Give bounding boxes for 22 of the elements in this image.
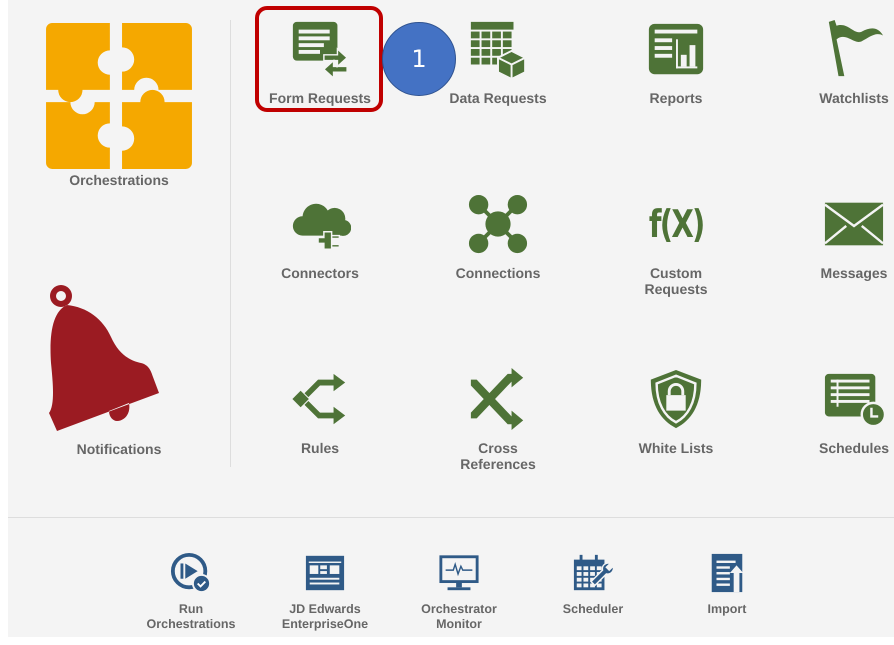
tool-label[interactable]: Scheduler (562, 602, 624, 617)
tool-label[interactable]: Import (708, 602, 746, 617)
tool-label[interactable]: JD Edwards EnterpriseOne (282, 602, 368, 632)
tile-label[interactable]: Messages (820, 265, 888, 281)
tile-label[interactable]: Watchlists (819, 90, 889, 106)
network-icon (467, 193, 529, 255)
tool-label[interactable]: Run Orchestrations (146, 602, 236, 632)
tool-label[interactable]: Orchestrator Monitor (421, 602, 497, 632)
play-check-icon (170, 552, 212, 594)
tile-label[interactable]: Cross References (460, 440, 536, 472)
tile-label[interactable]: Rules (300, 440, 340, 456)
tile-label[interactable]: Connectors (281, 265, 359, 281)
tile-label[interactable]: Form Requests (269, 90, 371, 106)
puzzle-icon (43, 20, 195, 172)
tile-label[interactable]: Schedules (818, 440, 890, 456)
tile-label[interactable]: Connections (456, 265, 540, 281)
tile-label[interactable]: Reports (650, 90, 702, 106)
tile-label[interactable]: White Lists (638, 440, 714, 456)
tile-label[interactable]: Orchestrations (69, 172, 169, 188)
tile-label[interactable]: Notifications (76, 441, 162, 457)
function-icon: f(X) (648, 193, 704, 255)
tile-label[interactable]: Custom Requests (644, 265, 708, 297)
